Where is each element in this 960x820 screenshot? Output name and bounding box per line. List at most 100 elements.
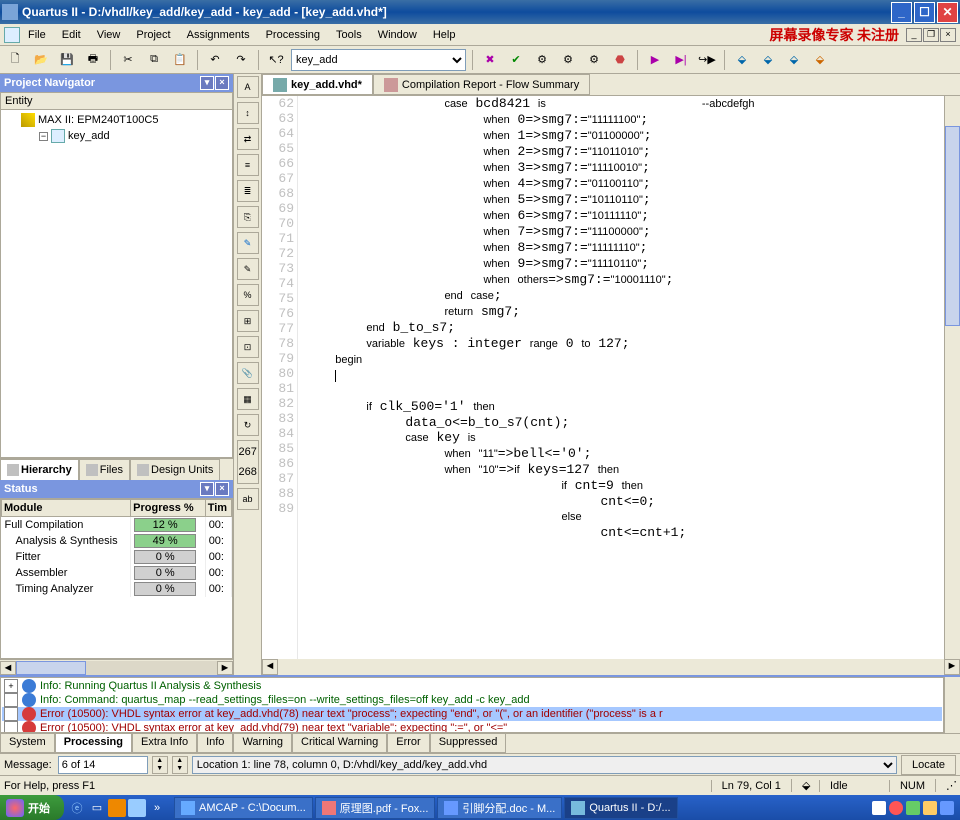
chip4-icon[interactable]: ⬙ [809,49,831,71]
expand-icon[interactable] [4,707,18,721]
help-pointer-icon[interactable]: ↖? [265,49,287,71]
tray-icon[interactable] [872,801,886,815]
vscroll-thumb[interactable] [945,126,960,326]
tray-icon[interactable] [889,801,903,815]
editor-hscroll[interactable]: ◄ ► [262,659,960,675]
menu-help[interactable]: Help [425,27,464,43]
status-row[interactable]: Assembler0 %00: [2,565,232,581]
navigator-tree[interactable]: Entity MAX II: EPM240T100C5 − key_add [0,92,233,458]
check-icon[interactable]: ✔ [505,49,527,71]
message-list[interactable]: +Info: Running Quartus II Analysis & Syn… [0,677,944,733]
gear1-icon[interactable]: ⚙ [531,49,553,71]
code-body[interactable]: case bcd8421 is --abcdefgh when 0=>smg7:… [298,96,944,659]
ql-app3-icon[interactable]: » [148,799,166,817]
vtool-icon[interactable]: ⇄ [237,128,259,150]
status-row[interactable]: Fitter0 %00: [2,549,232,565]
taskbar-task[interactable]: Quartus II - D:/... [564,797,677,819]
nav-close-icon[interactable]: × [215,76,229,90]
nav-dropdown-icon[interactable]: ▾ [200,76,214,90]
code-editor[interactable]: 6263646566676869707172737475767778798081… [262,96,960,659]
system-tray[interactable] [866,801,960,815]
scroll-right-icon[interactable]: ► [217,661,233,675]
maximize-button[interactable]: ☐ [914,2,935,23]
tray-icon[interactable] [906,801,920,815]
hscroll-right-icon[interactable]: ► [944,659,960,675]
tray-icon[interactable] [923,801,937,815]
editor-vscroll[interactable] [944,96,960,659]
msg-tab-info[interactable]: Info [197,734,233,753]
chip1-icon[interactable]: ⬙ [731,49,753,71]
copy-icon[interactable]: ⧉ [143,49,165,71]
status-close-icon[interactable]: × [215,482,229,496]
expand-icon[interactable] [4,721,18,733]
menu-window[interactable]: Window [370,27,425,43]
paste-icon[interactable]: 📋 [169,49,191,71]
locate-button[interactable]: Locate [901,755,956,775]
new-file-icon[interactable]: 🗋 [4,49,26,71]
vtool-icon[interactable]: ≡ [237,154,259,176]
status-row[interactable]: Full Compilation12 %00: [2,517,232,534]
chip2-icon[interactable]: ⬙ [757,49,779,71]
msg-tab-extra-info[interactable]: Extra Info [132,734,197,753]
hscroll-left-icon[interactable]: ◄ [262,659,278,675]
vtool-icon[interactable]: ↻ [237,414,259,436]
play-icon[interactable]: ▶ [644,49,666,71]
undo-icon[interactable]: ↶ [204,49,226,71]
msg-tab-processing[interactable]: Processing [55,734,132,753]
status-row[interactable]: Analysis & Synthesis49 %00: [2,533,232,549]
save-icon[interactable]: 💾 [56,49,78,71]
tree-device[interactable]: MAX II: EPM240T100C5 [3,112,230,128]
message-vscroll[interactable] [944,677,960,733]
stop-sign-icon[interactable]: ⬣ [609,49,631,71]
cut-icon[interactable]: ✂ [117,49,139,71]
editor-tab-active[interactable]: key_add.vhd* [262,74,373,95]
vtool-icon[interactable]: ⎘ [237,206,259,228]
resize-grip-icon[interactable]: ⋰ [935,779,956,792]
ql-desktop-icon[interactable]: ▭ [88,799,106,817]
redo-icon[interactable]: ↷ [230,49,252,71]
vtool-icon[interactable]: ≣ [237,180,259,202]
tab-design-units[interactable]: Design Units [130,459,220,480]
menu-tools[interactable]: Tools [328,27,370,43]
scroll-thumb[interactable] [16,661,86,675]
message-up-down[interactable]: ▲▼ [152,756,168,774]
gear3-icon[interactable]: ⚙ [583,49,605,71]
chip3-icon[interactable]: ⬙ [783,49,805,71]
message-line[interactable]: +Info: Running Quartus II Analysis & Syn… [2,679,942,693]
print-icon[interactable]: 🖶 [82,49,104,71]
vtool-ab-icon[interactable]: ab [237,488,259,510]
open-file-icon[interactable]: 📂 [30,49,52,71]
menu-project[interactable]: Project [128,27,178,43]
menu-processing[interactable]: Processing [258,27,328,43]
menu-view[interactable]: View [89,27,129,43]
scroll-left-icon[interactable]: ◄ [0,661,16,675]
vtool-icon[interactable]: ⊞ [237,310,259,332]
vtool-icon[interactable]: A [237,76,259,98]
message-line[interactable]: Error (10500): VHDL syntax error at key_… [2,707,942,721]
message-up-down2[interactable]: ▲▼ [172,756,188,774]
editor-tab-report[interactable]: Compilation Report - Flow Summary [373,74,590,95]
gear2-icon[interactable]: ⚙ [557,49,579,71]
message-line[interactable]: Info: Command: quartus_map --read_settin… [2,693,942,707]
status-hscroll[interactable]: ◄ ► [0,659,233,675]
msg-tab-error[interactable]: Error [387,734,429,753]
doc-close-button[interactable]: × [940,28,956,42]
msg-tab-suppressed[interactable]: Suppressed [430,734,507,753]
msg-tab-warning[interactable]: Warning [233,734,292,753]
doc-minimize-button[interactable]: _ [906,28,922,42]
message-count-field[interactable] [58,756,148,774]
status-row[interactable]: Timing Analyzer0 %00: [2,581,232,597]
location-select[interactable]: Location 1: line 78, column 0, D:/vhdl/k… [192,756,897,774]
taskbar-task[interactable]: 原理图.pdf - Fox... [315,797,436,819]
vtool-icon[interactable]: % [237,284,259,306]
vtool-icon[interactable]: ⊡ [237,336,259,358]
tray-icon[interactable] [940,801,954,815]
minimize-button[interactable]: _ [891,2,912,23]
taskbar-task[interactable]: AMCAP - C:\Docum... [174,797,313,819]
vtool-icon[interactable]: 📎 [237,362,259,384]
x-tool-icon[interactable]: ✖ [479,49,501,71]
tab-hierarchy[interactable]: Hierarchy [0,459,79,480]
status-dropdown-icon[interactable]: ▾ [200,482,214,496]
vtool-icon[interactable]: ✎ [237,232,259,254]
start-button[interactable]: 开始 [0,795,64,820]
